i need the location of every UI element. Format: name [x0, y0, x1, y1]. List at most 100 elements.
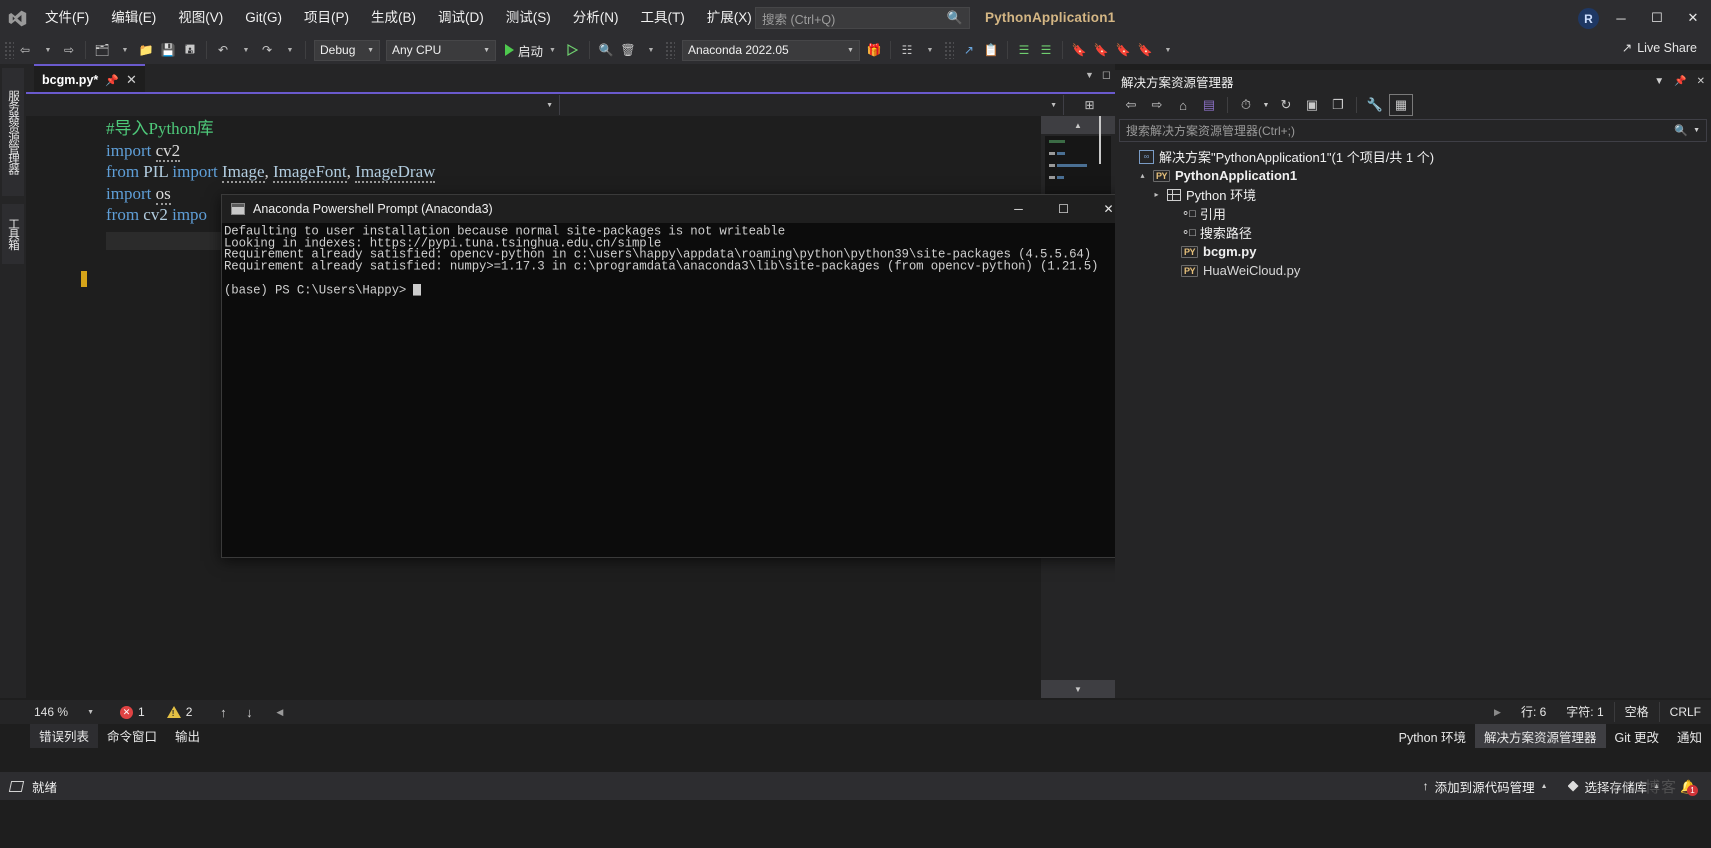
toolbar-grip[interactable] — [665, 41, 675, 59]
forward-icon[interactable]: ⇨ — [1145, 94, 1169, 116]
close-icon[interactable]: ✕ — [1697, 76, 1705, 87]
solution-platform-combo[interactable]: Any CPU ▼ — [386, 40, 496, 61]
warning-count-badge[interactable]: 2 — [167, 705, 193, 719]
tab-output[interactable]: 输出 — [166, 724, 209, 749]
navigation-scope-combo[interactable]: ▼ — [26, 95, 560, 115]
line-ending-indicator[interactable]: CRLF — [1659, 702, 1711, 722]
scroll-down-icon[interactable]: ▼ — [1041, 680, 1115, 698]
toolbar-grip[interactable] — [4, 41, 14, 59]
collapse-all-icon[interactable]: ▣ — [1300, 94, 1324, 116]
tree-item[interactable]: PYHuaWeiCloud.py — [1115, 261, 1711, 280]
undo-dropdown-icon[interactable]: ▼ — [234, 39, 256, 61]
previous-issue-icon[interactable]: ↑ — [210, 705, 236, 720]
editor-tab-bcgm[interactable]: bcgm.py* 📌 ✕ — [34, 64, 145, 94]
pending-changes-icon[interactable]: ⏱ — [1234, 94, 1258, 116]
menu-extensions[interactable]: 扩展(X) — [696, 0, 763, 36]
error-count-badge[interactable]: ✕ 1 — [120, 705, 145, 719]
gift-icon[interactable]: 🎁 — [863, 39, 885, 61]
toolbar-grip[interactable] — [944, 41, 954, 59]
back-icon[interactable]: ⇦ — [1119, 94, 1143, 116]
hot-reload-icon[interactable]: 🗑 — [617, 39, 639, 61]
refresh-icon[interactable]: ↻ — [1274, 94, 1298, 116]
split-view-icon[interactable]: ⊞ — [1064, 98, 1115, 112]
panel-dropdown-icon[interactable]: ▼ — [1654, 76, 1664, 87]
menu-build[interactable]: 生成(B) — [360, 0, 427, 36]
show-all-files-icon[interactable]: ❐ — [1326, 94, 1350, 116]
close-button[interactable]: ✕ — [1675, 0, 1711, 36]
tab-error-list[interactable]: 错误列表 — [30, 724, 98, 751]
sidebar-item-toolbox[interactable]: 工具箱 — [2, 204, 24, 264]
account-avatar[interactable]: R — [1578, 8, 1599, 29]
redo-dropdown-icon[interactable]: ▼ — [278, 39, 300, 61]
window-layout-dropdown-icon[interactable]: ▼ — [918, 39, 940, 61]
navigate-backward-icon[interactable]: ⇦ — [14, 39, 36, 61]
menu-debug[interactable]: 调试(D) — [427, 0, 495, 36]
toolbar-overflow-icon[interactable]: ▼ — [1156, 39, 1178, 61]
live-share-button[interactable]: ↗ Live Share — [1622, 40, 1697, 55]
properties-icon[interactable]: 🔧 — [1363, 94, 1387, 116]
clear-bookmarks-icon[interactable]: 🔖 — [1134, 39, 1156, 61]
preview-selected-items-icon[interactable]: ▦ — [1389, 94, 1413, 116]
tree-item[interactable]: ▴PYPythonApplication1 — [1115, 166, 1711, 185]
start-without-debugging-icon[interactable] — [562, 39, 584, 61]
scroll-right-icon[interactable]: ▶ — [1484, 707, 1511, 718]
console-title-bar[interactable]: Anaconda Powershell Prompt (Anaconda3) ─… — [222, 195, 1131, 223]
pin-icon[interactable]: 📌 — [105, 74, 119, 87]
toggle-tab-well-icon[interactable]: ◻ — [1102, 68, 1111, 81]
global-search-input[interactable]: 搜索 (Ctrl+Q) 🔍 — [755, 7, 970, 29]
undo-icon[interactable]: ↶ — [212, 39, 234, 61]
minimize-button[interactable]: ─ — [1603, 0, 1639, 36]
add-to-source-control-button[interactable]: ↑ 添加到源代码管理 ▲ — [1415, 772, 1556, 800]
menu-tools[interactable]: 工具(T) — [630, 0, 696, 36]
tree-twisty-icon[interactable]: ▸ — [1151, 190, 1162, 199]
menu-edit[interactable]: 编辑(E) — [100, 0, 167, 36]
solution-explorer-search-input[interactable]: 搜索解决方案资源管理器(Ctrl+;) 🔍 ▼ — [1119, 119, 1707, 142]
maximize-button[interactable]: ☐ — [1639, 0, 1675, 36]
chevron-down-icon[interactable]: ▼ — [1693, 127, 1700, 134]
previous-bookmark-icon[interactable]: 🔖 — [1090, 39, 1112, 61]
tree-item[interactable]: ▸Python 环境 — [1115, 185, 1711, 204]
window-layout-icon[interactable]: ☷ — [896, 39, 918, 61]
scroll-left-icon[interactable]: ◀ — [276, 707, 283, 718]
uncomment-lines-icon[interactable]: ☰ — [1035, 39, 1057, 61]
new-project-icon[interactable]: 🗂 — [91, 39, 113, 61]
attach-to-process-icon[interactable]: 🔍 — [595, 39, 617, 61]
tree-twisty-icon[interactable]: ▴ — [1137, 171, 1148, 180]
menu-view[interactable]: 视图(V) — [167, 0, 234, 36]
tree-item[interactable]: ⚬□搜索路径 — [1115, 223, 1711, 242]
pin-icon[interactable]: 📌 — [1674, 76, 1686, 87]
solution-tree[interactable]: ∞解决方案"PythonApplication1"(1 个项目/共 1 个)▴P… — [1115, 142, 1711, 280]
tree-item[interactable]: ⚬□引用 — [1115, 204, 1711, 223]
indentation-indicator[interactable]: 空格 — [1614, 702, 1659, 722]
new-project-dropdown-icon[interactable]: ▼ — [113, 39, 135, 61]
python-environment-combo[interactable]: Anaconda 2022.05 ▼ — [682, 40, 860, 61]
navigate-backward-dropdown-icon[interactable]: ▼ — [36, 39, 58, 61]
zoom-level-select[interactable]: 146 % ▼ — [30, 702, 98, 722]
code-metrics-icon[interactable]: 📋 — [980, 39, 1002, 61]
menu-file[interactable]: 文件(F) — [34, 0, 100, 36]
menu-test[interactable]: 测试(S) — [495, 0, 562, 36]
tree-item[interactable]: PYbcgm.py — [1115, 242, 1711, 261]
solution-configuration-combo[interactable]: Debug ▼ — [314, 40, 380, 61]
redo-icon[interactable]: ↷ — [256, 39, 278, 61]
toggle-bookmark-icon[interactable]: 🔖 — [1068, 39, 1090, 61]
next-issue-icon[interactable]: ↓ — [236, 705, 262, 720]
menu-git[interactable]: Git(G) — [234, 0, 293, 36]
anaconda-powershell-window[interactable]: Anaconda Powershell Prompt (Anaconda3) ─… — [221, 194, 1132, 558]
close-icon[interactable]: ✕ — [126, 72, 137, 88]
tree-item[interactable]: ∞解决方案"PythonApplication1"(1 个项目/共 1 个) — [1115, 147, 1711, 166]
open-file-icon[interactable]: 📁 — [135, 39, 157, 61]
menu-analyze[interactable]: 分析(N) — [562, 0, 630, 36]
navigation-member-combo[interactable]: ▼ — [560, 95, 1064, 115]
active-files-dropdown-icon[interactable]: ▼ — [1085, 70, 1094, 80]
next-bookmark-icon[interactable]: 🔖 — [1112, 39, 1134, 61]
navigate-forward-icon[interactable]: ⇨ — [58, 39, 80, 61]
save-all-icon[interactable]: 🖪 — [179, 39, 201, 61]
navigate-to-icon[interactable]: ↗ — [958, 39, 980, 61]
pending-changes-dropdown-icon[interactable]: ▼ — [1260, 94, 1272, 116]
comment-lines-icon[interactable]: ☰ — [1013, 39, 1035, 61]
console-minimize-button[interactable]: ─ — [996, 195, 1041, 223]
console-output[interactable]: Defaulting to user installation because … — [222, 223, 1131, 557]
hot-reload-dropdown-icon[interactable]: ▼ — [639, 39, 661, 61]
search-icon[interactable]: 🔍 — [1674, 124, 1688, 137]
